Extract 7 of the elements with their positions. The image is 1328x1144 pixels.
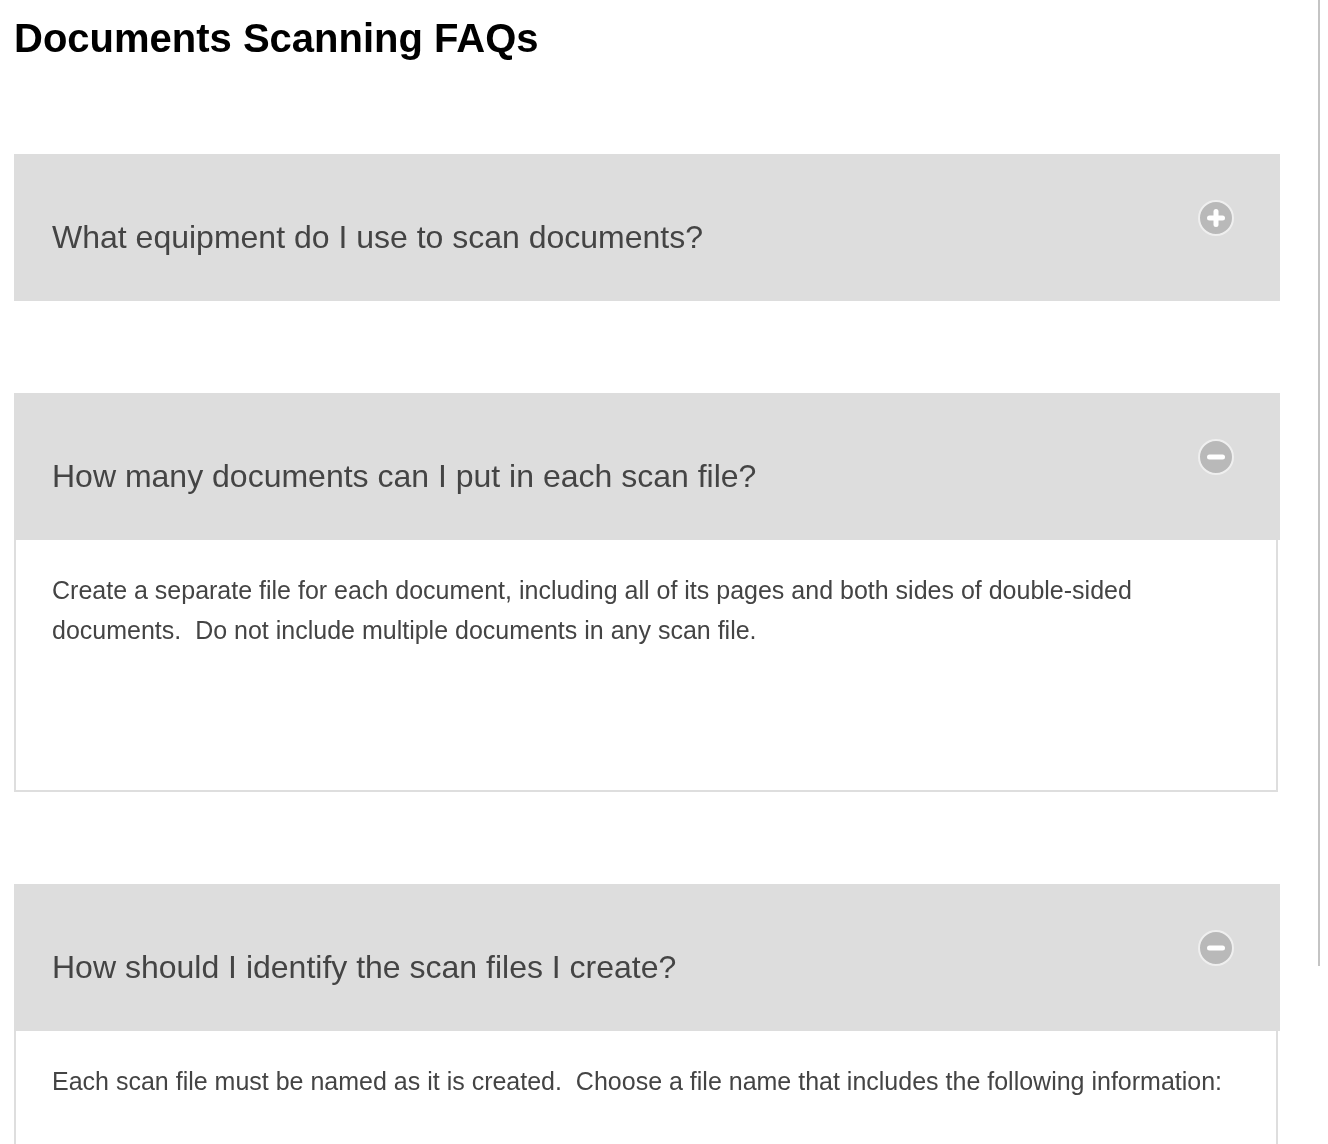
faq-question[interactable]: What equipment do I use to scan documents? [14,154,1280,301]
answer-text: Create a separate file for each document, including all of its pages and both sides of double-sided documents. Do not include multiple documents in any scan file. [52,575,1133,646]
page-title: Documents Scanning FAQs [14,15,539,62]
faq-question[interactable]: How many documents can I put in each scan file? [14,393,1280,540]
faq-question[interactable]: How should I identify the scan files I create? [14,884,1280,1031]
scrollbar-thumb[interactable] [1318,0,1320,966]
answer-text: Each scan file must be named as it is created. Choose a file name that includes the following information: [52,1066,1224,1097]
